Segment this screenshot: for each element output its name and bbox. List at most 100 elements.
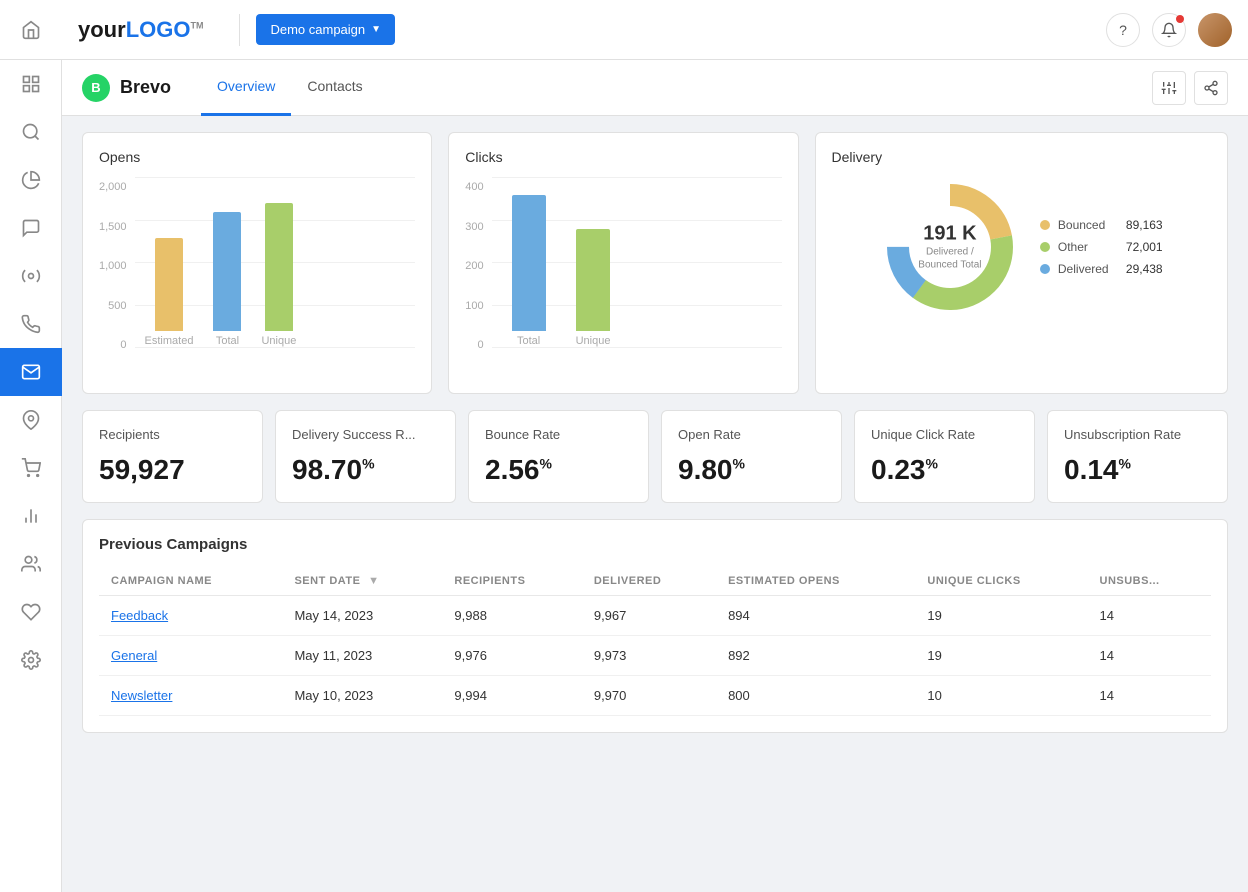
opens-bar-estimated: Estimated <box>145 238 194 347</box>
stat-recipients-value: 59,927 <box>99 454 246 486</box>
header-right: ? <box>1106 13 1232 47</box>
content-area: B Brevo Overview Contacts <box>62 60 1248 892</box>
stat-open-rate-value: 9.80% <box>678 454 825 486</box>
logo-brand: LOGO <box>126 17 191 42</box>
opens-y-axis: 2,000 1,500 1,000 500 0 <box>99 181 135 351</box>
legend-bounced-name: Bounced <box>1058 218 1118 232</box>
newsletter-link[interactable]: Newsletter <box>111 688 172 703</box>
clicks-bar-total-rect <box>512 195 546 331</box>
row-feedback-unique-clicks: 19 <box>915 596 1087 636</box>
col-recipients: RECIPIENTS <box>442 567 581 596</box>
legend-bounced-dot <box>1040 220 1050 230</box>
row-newsletter-unsubs: 14 <box>1088 676 1212 716</box>
col-estimated-opens: ESTIMATED OPENS <box>716 567 915 596</box>
sliders-icon <box>1161 80 1177 96</box>
customize-button[interactable] <box>1152 71 1186 105</box>
opens-bar-unique: Unique <box>261 203 296 347</box>
row-newsletter-date: May 10, 2023 <box>282 676 442 716</box>
sidebar-item-automation[interactable] <box>0 252 62 300</box>
avatar[interactable] <box>1198 13 1232 47</box>
sidebar-item-people[interactable] <box>0 540 62 588</box>
brevo-initial: B <box>91 80 100 95</box>
delivery-chart-body: 191 K Delivered /Bounced Total Bounced 8… <box>832 177 1212 317</box>
general-link[interactable]: General <box>111 648 157 663</box>
row-feedback-recipients: 9,988 <box>442 596 581 636</box>
sidebar-item-phone[interactable] <box>0 300 62 348</box>
sub-header-actions <box>1152 71 1228 105</box>
opens-y-2000: 2,000 <box>99 181 127 193</box>
donut-center: 191 K Delivered /Bounced Total <box>918 223 981 272</box>
clicks-bar-unique-label: Unique <box>576 335 611 347</box>
opens-chart-card: Opens 2,000 1,500 1,000 500 0 <box>82 132 432 394</box>
delivery-chart-title: Delivery <box>832 149 1212 165</box>
stat-unsubscription-rate-value: 0.14% <box>1064 454 1211 486</box>
sidebar-item-email[interactable] <box>0 348 62 396</box>
sort-icon: ▼ <box>368 575 379 587</box>
stat-bounce-rate-value: 2.56% <box>485 454 632 486</box>
notification-dot <box>1176 15 1184 23</box>
sidebar-item-shop[interactable] <box>0 444 62 492</box>
stat-unique-click-rate: Unique Click Rate 0.23% <box>854 410 1035 503</box>
tab-contacts[interactable]: Contacts <box>291 60 378 116</box>
opens-bar-total-label: Total <box>216 335 239 347</box>
legend-delivered-value: 29,438 <box>1126 262 1163 276</box>
row-general-date: May 11, 2023 <box>282 636 442 676</box>
row-newsletter-recipients: 9,994 <box>442 676 581 716</box>
row-feedback-name: Feedback <box>99 596 282 636</box>
logo-tm: TM <box>190 20 203 30</box>
clicks-bar-total-label: Total <box>517 335 540 347</box>
row-feedback-delivered: 9,967 <box>582 596 716 636</box>
feedback-link[interactable]: Feedback <box>111 608 168 623</box>
opens-bar-estimated-label: Estimated <box>145 335 194 347</box>
donut-value: 191 K <box>918 223 981 246</box>
tab-overview[interactable]: Overview <box>201 60 291 116</box>
table-row: Newsletter May 10, 2023 9,994 9,970 800 … <box>99 676 1211 716</box>
avatar-image <box>1198 13 1232 47</box>
dashboard: Opens 2,000 1,500 1,000 500 0 <box>62 116 1248 892</box>
sidebar-item-settings[interactable] <box>0 636 62 684</box>
stat-unique-click-rate-label: Unique Click Rate <box>871 427 1018 442</box>
clicks-y-100: 100 <box>465 300 483 312</box>
stat-unsubscription-rate-label: Unsubscription Rate <box>1064 427 1211 442</box>
stat-unsubscription-rate: Unsubscription Rate 0.14% <box>1047 410 1228 503</box>
row-feedback-unsubs: 14 <box>1088 596 1212 636</box>
col-unsubscribes: UNSUBS... <box>1088 567 1212 596</box>
col-sent-date[interactable]: SENT DATE ▼ <box>282 567 442 596</box>
sidebar-item-chat[interactable] <box>0 204 62 252</box>
tab-overview-label: Overview <box>217 78 275 94</box>
clicks-chart-card: Clicks 400 300 200 100 0 <box>448 132 798 394</box>
opens-y-500: 500 <box>108 300 126 312</box>
top-header: yourLOGOTM Demo campaign ▼ ? <box>62 0 1248 60</box>
opens-bar-estimated-rect <box>155 238 183 331</box>
sidebar-item-location[interactable] <box>0 396 62 444</box>
clicks-bar-unique: Unique <box>576 229 611 347</box>
legend-delivered: Delivered 29,438 <box>1040 262 1163 276</box>
opens-bar-unique-rect <box>265 203 293 331</box>
legend-other-dot <box>1040 242 1050 252</box>
sidebar-item-grid[interactable] <box>0 60 62 108</box>
home-icon[interactable] <box>21 20 41 40</box>
clicks-y-400: 400 <box>465 181 483 193</box>
stat-unique-click-rate-value: 0.23% <box>871 454 1018 486</box>
clicks-y-0: 0 <box>477 339 483 351</box>
clicks-chart-area: Total Unique <box>492 177 782 377</box>
sidebar-item-reports[interactable] <box>0 156 62 204</box>
row-general-delivered: 9,973 <box>582 636 716 676</box>
sidebar-logo-area <box>0 0 62 60</box>
campaign-button-label: Demo campaign <box>270 22 365 37</box>
row-general-recipients: 9,976 <box>442 636 581 676</box>
bell-icon <box>1161 22 1177 38</box>
sidebar-item-analytics[interactable] <box>0 492 62 540</box>
sidebar-item-plugins[interactable] <box>0 588 62 636</box>
opens-y-0: 0 <box>120 339 126 351</box>
stat-delivery-success: Delivery Success R... 98.70% <box>275 410 456 503</box>
share-button[interactable] <box>1194 71 1228 105</box>
campaign-button[interactable]: Demo campaign ▼ <box>256 14 395 45</box>
legend-delivered-name: Delivered <box>1058 262 1118 276</box>
opens-chart-body: 2,000 1,500 1,000 500 0 <box>99 177 415 377</box>
stat-open-rate: Open Rate 9.80% <box>661 410 842 503</box>
help-icon: ? <box>1119 22 1127 38</box>
table-row: Feedback May 14, 2023 9,988 9,967 894 19… <box>99 596 1211 636</box>
sidebar-item-search[interactable] <box>0 108 62 156</box>
help-button[interactable]: ? <box>1106 13 1140 47</box>
